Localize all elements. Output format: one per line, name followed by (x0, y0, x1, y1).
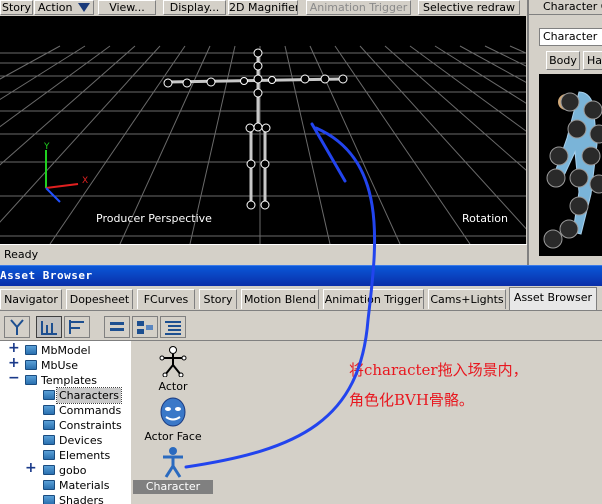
tab-motion-blend[interactable]: Motion Blend (241, 289, 319, 309)
mode-dropdown[interactable]: Action (34, 0, 94, 15)
dropdown-arrow-icon (78, 3, 90, 12)
tab-animation-trigger[interactable]: Animation Trigger (323, 289, 424, 309)
character-figure-view[interactable] (539, 74, 602, 256)
asset-browser-title: Asset Browser (0, 269, 93, 282)
floor-grid (0, 45, 526, 244)
tree-label: Shaders (59, 494, 104, 504)
folder-icon (43, 450, 55, 460)
asset-label: Actor (158, 380, 188, 393)
mode-label: Action (38, 1, 73, 14)
skeleton-joints (163, 48, 348, 210)
body-tab[interactable]: Body (546, 51, 580, 70)
tree-label: gobo (59, 464, 87, 477)
asset-actor-face[interactable]: Actor Face (133, 396, 213, 446)
display-button[interactable]: Display... (163, 0, 226, 15)
folder-icon (25, 345, 37, 355)
asset-browser-toolbar (0, 310, 602, 341)
tab-dopesheet[interactable]: Dopesheet (66, 289, 133, 309)
selective-redraw-button[interactable]: Selective redraw (418, 0, 520, 15)
list-view-button[interactable] (104, 316, 130, 338)
actor-icon (159, 346, 187, 377)
expand-icon[interactable]: + (8, 341, 20, 356)
tree-label: Materials (59, 479, 110, 492)
tree-label: MbUse (41, 359, 79, 372)
character-dropdown[interactable]: Character (539, 28, 602, 46)
character-controls-panel: Character C Character Body Han (527, 0, 602, 265)
story-button[interactable]: Story (0, 0, 33, 15)
tab-navigator[interactable]: Navigator (0, 289, 62, 309)
asset-actor[interactable]: Actor (133, 345, 213, 395)
columns-icon (41, 321, 57, 335)
viewer-toolbar: Story Action View... Display... 2D Magni… (0, 0, 527, 16)
character-controls-title: Character C (529, 0, 602, 15)
folder-icon (43, 405, 55, 415)
camera-label: Producer Perspective (96, 212, 212, 225)
status-bar: Ready (0, 244, 527, 265)
viewport-scene (0, 45, 526, 244)
axis-gizmo (45, 150, 79, 203)
tree-label: Constraints (59, 419, 122, 432)
tool-tabs: Navigator Dopesheet FCurves Story Motion… (0, 286, 602, 310)
asset-label: Actor Face (144, 430, 202, 443)
asset-browser-titlebar: Asset Browser (0, 265, 602, 286)
icon-view-button[interactable] (132, 316, 158, 338)
asset-list[interactable]: Actor Actor Face Character 将character拖入场… (131, 340, 602, 504)
thumbnails-icon (137, 321, 153, 334)
asset-label-selected: Character (133, 480, 213, 494)
tab-asset-browser[interactable]: Asset Browser (509, 287, 597, 310)
tree-label: Commands (59, 404, 122, 417)
annotation-line-1: 将character拖入场景内， (349, 361, 528, 379)
axis-x-label: X (82, 176, 89, 186)
tab-cams-lights[interactable]: Cams+Lights (428, 289, 506, 309)
character-icon (163, 447, 183, 478)
expand-icon[interactable]: + (25, 461, 37, 476)
producer-perspective-viewport[interactable]: Y X Producer Perspective Rotation (0, 16, 526, 244)
folder-open-icon (25, 375, 37, 385)
folder-icon (43, 465, 55, 475)
list-icon (110, 322, 124, 331)
tree-label-selected: Characters (55, 387, 123, 404)
collapse-icon[interactable]: − (8, 371, 20, 386)
character-figure (543, 91, 602, 249)
folder-tree[interactable]: + MbModel + MbUse − Templates Characters… (0, 340, 132, 504)
folder-icon (43, 420, 55, 430)
asset-character[interactable]: Character (133, 446, 213, 498)
axis-y-label: Y (44, 142, 50, 152)
detail-list-icon (165, 321, 181, 335)
tree-label: MbModel (41, 344, 91, 357)
folder-icon (43, 390, 55, 400)
flat-view-button[interactable] (64, 316, 90, 338)
detail-view-button[interactable] (160, 316, 186, 338)
tab-story[interactable]: Story (199, 289, 237, 309)
animation-trigger-button[interactable]: Animation Trigger (306, 0, 411, 15)
tree-label: Elements (59, 449, 111, 462)
tree-label: Templates (41, 374, 97, 387)
tree-view-button[interactable] (4, 316, 30, 338)
tree-structure-icon (10, 319, 24, 335)
folder-icon (43, 480, 55, 490)
navigation-mode-label: Rotation (462, 212, 509, 225)
status-text: Ready (4, 248, 39, 261)
folder-icon (25, 360, 37, 370)
tab-fcurves[interactable]: FCurves (137, 289, 195, 309)
hierarchy-icon (69, 320, 84, 334)
annotation-line-2: 角色化BVH骨骼。 (349, 391, 474, 409)
2d-magnifier-button[interactable]: 2D Magnifier (228, 0, 298, 15)
list-tree-button[interactable] (36, 316, 62, 338)
actor-face-icon (160, 397, 186, 427)
view-button[interactable]: View... (98, 0, 156, 15)
hand-tab[interactable]: Han (583, 51, 602, 70)
folder-icon (43, 435, 55, 445)
tree-label: Devices (59, 434, 103, 447)
expand-icon[interactable]: + (8, 356, 20, 371)
